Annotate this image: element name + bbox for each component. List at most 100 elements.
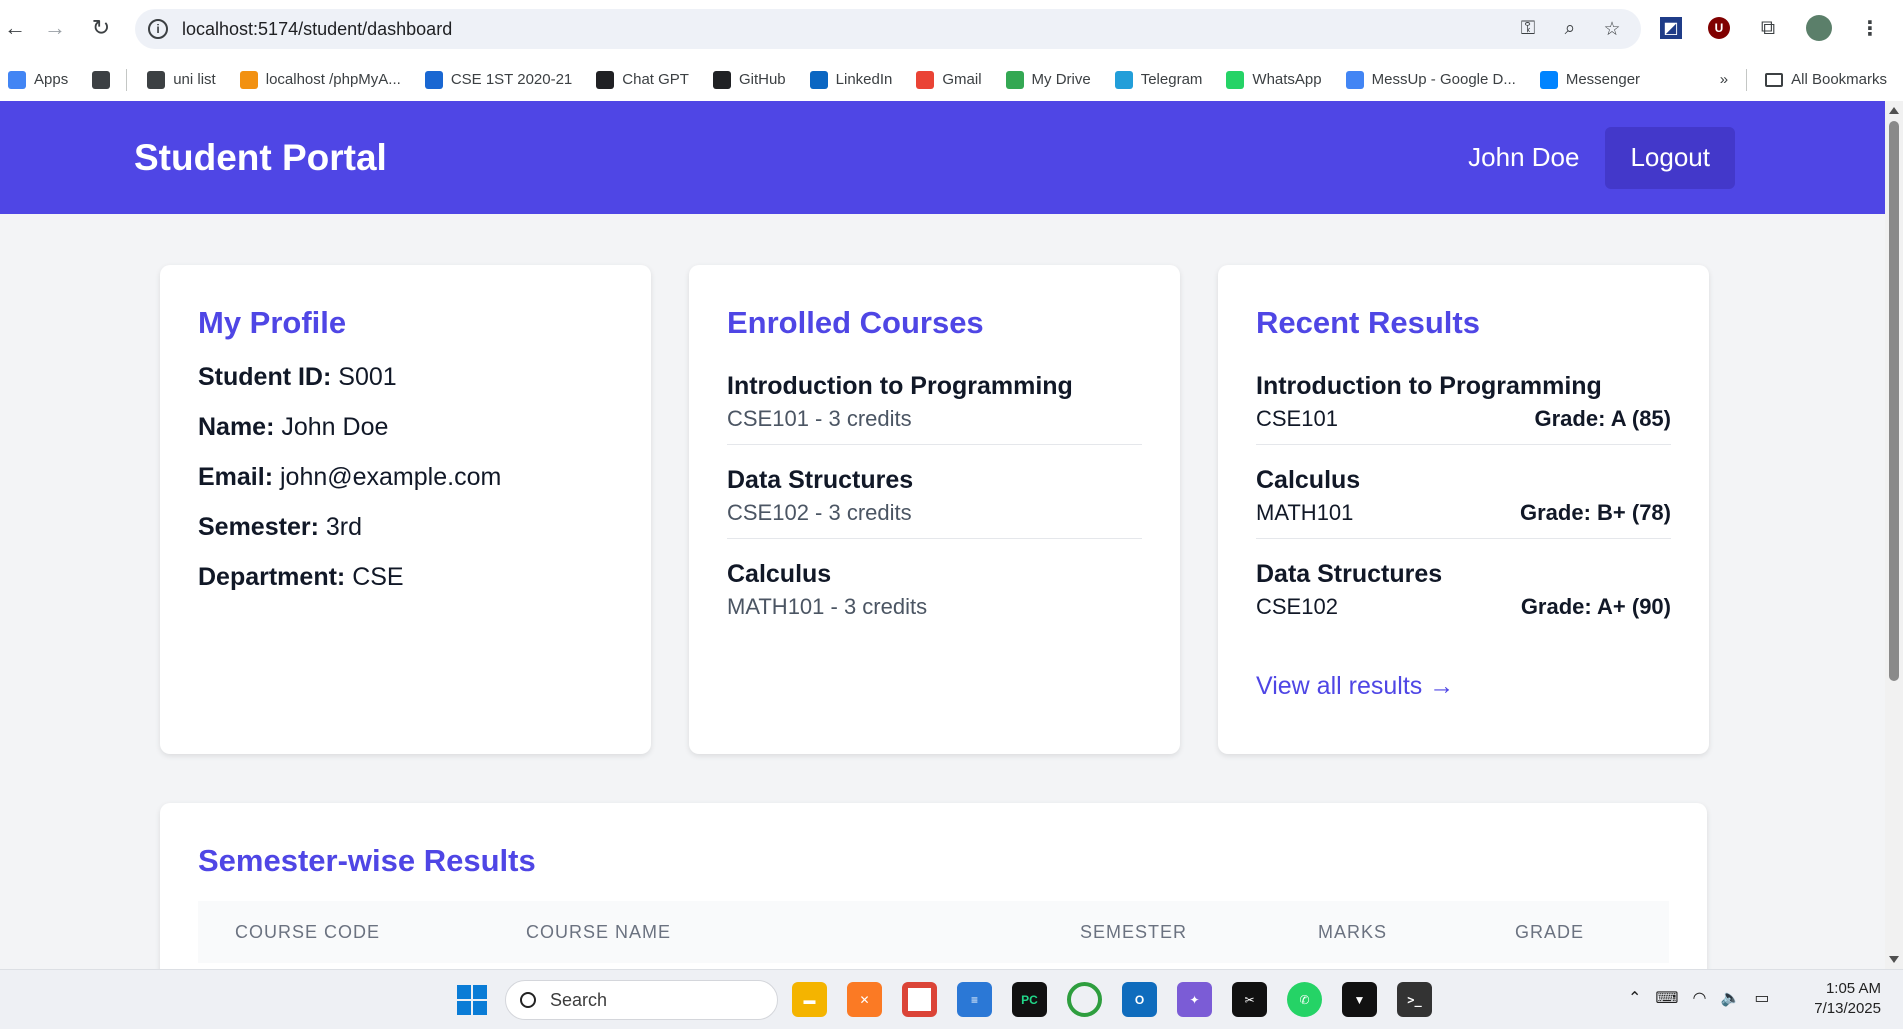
- bookmark-label: MessUp - Google D...: [1371, 71, 1516, 88]
- extension-icon[interactable]: ◩: [1660, 17, 1682, 39]
- course-name: Introduction to Programming: [727, 372, 1073, 400]
- course-name: Data Structures: [727, 466, 914, 494]
- docs-icon: [1345, 70, 1364, 89]
- reload-icon[interactable]: ↻: [86, 13, 116, 43]
- bookmark-item[interactable]: WhatsApp: [1226, 70, 1322, 89]
- bookmark-label: My Drive: [1031, 71, 1091, 88]
- column-header[interactable]: SEMESTER: [1080, 922, 1187, 943]
- clock-time: 1:05 AM: [1825, 980, 1881, 997]
- all-bookmarks-button[interactable]: All Bookmarks: [1765, 71, 1887, 88]
- field-label: Semester:: [198, 513, 319, 541]
- logout-button[interactable]: Logout: [1605, 126, 1735, 189]
- field-label: Email:: [198, 463, 274, 491]
- bookmark-item[interactable]: GitHub: [712, 70, 786, 89]
- menu-dots-icon[interactable]: ⋮: [1858, 16, 1882, 40]
- result-code: CSE101: [1256, 406, 1338, 431]
- site-info-icon[interactable]: i: [148, 19, 168, 39]
- outlook-icon[interactable]: O: [1122, 982, 1157, 1017]
- phpmyadmin-icon: [239, 70, 258, 89]
- field-value: 3rd: [325, 513, 362, 541]
- app-icon[interactable]: ▼: [1342, 982, 1377, 1017]
- pycharm-icon[interactable]: PC: [1012, 982, 1047, 1017]
- messenger-icon: [1539, 70, 1558, 89]
- field-label: Student ID:: [198, 363, 332, 391]
- result-grade: Grade: A (85): [1534, 406, 1671, 431]
- user-name: John Doe: [1468, 142, 1580, 172]
- xampp-icon[interactable]: ✕: [847, 982, 882, 1017]
- bookmark-item[interactable]: Gmail: [916, 70, 982, 89]
- windows-start-icon[interactable]: [457, 985, 487, 1015]
- notepad-icon[interactable]: ≡: [957, 982, 992, 1017]
- clock-date: 7/13/2025: [1814, 1000, 1881, 1017]
- bookmark-item[interactable]: My Drive: [1005, 70, 1091, 89]
- volume-icon[interactable]: 🔈: [1720, 988, 1740, 1008]
- column-header[interactable]: COURSE NAME: [526, 922, 671, 943]
- url-text[interactable]: localhost:5174/student/dashboard: [182, 19, 452, 40]
- ublock-extension-icon[interactable]: U: [1708, 17, 1730, 39]
- forward-arrow-icon[interactable]: →: [40, 13, 70, 43]
- folder-icon: [147, 70, 166, 89]
- bookmark-item[interactable]: Chat GPT: [596, 70, 689, 89]
- bookmark-label: Gmail: [942, 71, 982, 88]
- battery-icon[interactable]: ▭: [1754, 988, 1769, 1008]
- course-meta: MATH101 - 3 credits: [727, 594, 928, 619]
- bookmark-item[interactable]: Telegram: [1114, 70, 1202, 89]
- field-value: John Doe: [281, 413, 389, 441]
- page-scrollbar[interactable]: [1885, 101, 1903, 969]
- keyboard-icon[interactable]: ⌨: [1655, 988, 1678, 1008]
- bookmark-item[interactable]: [92, 70, 111, 89]
- m365-copilot-icon[interactable]: ✦: [1177, 982, 1212, 1017]
- chrome-icon[interactable]: [902, 982, 937, 1017]
- windows-taskbar: Search ▬ ✕ ≡ PC O ✦ ✂ ✆ ▼ >_ ⌃ ⌨ ◠ 🔈 ▭ 1…: [0, 969, 1903, 1029]
- wifi-icon[interactable]: ◠: [1693, 988, 1707, 1008]
- more-bookmarks-icon[interactable]: »: [1720, 71, 1728, 88]
- file-explorer-icon[interactable]: ▬: [792, 982, 827, 1017]
- bookmarks-separator: [126, 68, 128, 91]
- field-value: john@example.com: [279, 463, 502, 491]
- result-course-name: Calculus: [1256, 466, 1361, 494]
- password-key-icon[interactable]: ⚿: [1517, 18, 1539, 40]
- capcut-icon[interactable]: ✂: [1232, 982, 1267, 1017]
- gmail-icon: [916, 70, 935, 89]
- profile-semester: Semester: 3rd: [198, 513, 613, 542]
- bookmark-label: LinkedIn: [835, 71, 893, 88]
- back-arrow-icon[interactable]: ←: [0, 13, 30, 43]
- scroll-thumb[interactable]: [1889, 121, 1899, 681]
- semester-results-title: Semester-wise Results: [198, 843, 536, 878]
- spinner-app-icon[interactable]: [1067, 982, 1102, 1017]
- bookmark-item[interactable]: localhost /phpMyA...: [239, 70, 401, 89]
- recent-results-card: Recent Results Introduction to Programmi…: [1218, 265, 1709, 754]
- column-header[interactable]: GRADE: [1515, 922, 1584, 943]
- bookmark-label: Apps: [34, 71, 69, 88]
- bookmark-item[interactable]: Apps: [8, 70, 69, 89]
- view-all-results-link[interactable]: View all results →: [1256, 672, 1454, 701]
- course-meta: CSE101 - 3 credits: [727, 406, 912, 431]
- column-header[interactable]: COURSE CODE: [235, 922, 380, 943]
- scroll-up-arrow-icon[interactable]: [1889, 107, 1899, 114]
- extensions-puzzle-icon[interactable]: ⧉: [1756, 16, 1780, 40]
- profile-avatar[interactable]: [1806, 15, 1832, 41]
- profile-email: Email: john@example.com: [198, 463, 613, 492]
- bookmark-item[interactable]: MessUp - Google D...: [1345, 70, 1516, 89]
- zoom-icon[interactable]: ⌕: [1559, 18, 1581, 40]
- scroll-down-arrow-icon[interactable]: [1889, 956, 1899, 963]
- chevron-up-icon[interactable]: ⌃: [1628, 988, 1641, 1008]
- bookmark-item[interactable]: uni list: [147, 70, 216, 89]
- profile-title: My Profile: [198, 305, 347, 340]
- whatsapp-taskbar-icon[interactable]: ✆: [1287, 982, 1322, 1017]
- profile-student-id: Student ID: S001: [198, 363, 613, 392]
- bookmarks-separator: [1746, 68, 1748, 91]
- course-item: Introduction to Programming CSE101 - 3 c…: [727, 363, 1142, 445]
- taskbar-search[interactable]: Search: [505, 980, 778, 1020]
- bookmark-item[interactable]: CSE 1ST 2020-21: [424, 70, 572, 89]
- bookmark-item[interactable]: Messenger: [1539, 70, 1640, 89]
- field-label: Department:: [198, 563, 346, 591]
- taskbar-clock[interactable]: 1:05 AM 7/13/2025: [1814, 979, 1881, 1019]
- bookmark-star-icon[interactable]: ☆: [1601, 18, 1623, 40]
- terminal-icon[interactable]: >_: [1397, 982, 1432, 1017]
- bookmark-item[interactable]: LinkedIn: [809, 70, 893, 89]
- semester-results-card: Semester-wise Results COURSE CODE COURSE…: [160, 803, 1707, 969]
- address-bar[interactable]: i localhost:5174/student/dashboard ⚿ ⌕ ☆: [135, 9, 1641, 49]
- column-header[interactable]: MARKS: [1318, 922, 1387, 943]
- course-meta: CSE102 - 3 credits: [727, 500, 912, 525]
